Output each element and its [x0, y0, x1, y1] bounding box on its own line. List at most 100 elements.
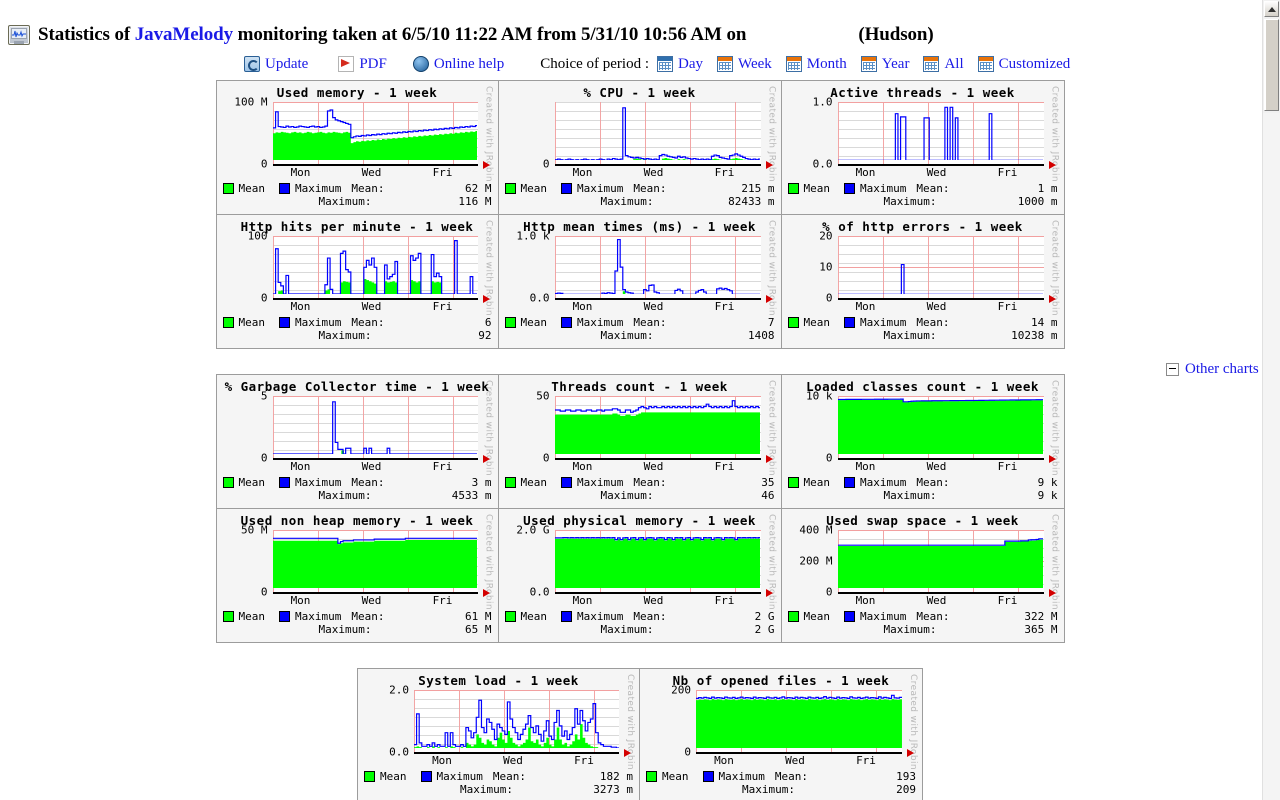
vertical-scrollbar[interactable]: [1262, 0, 1280, 800]
x-axis-arrow-icon: [482, 295, 490, 303]
charts-row-1: Used memory - 1 week Created with JRobin 1…: [0, 80, 1280, 215]
period-all-button[interactable]: All: [923, 56, 964, 73]
scroll-up-button[interactable]: [1264, 1, 1279, 17]
x-tick-label: Mon: [290, 166, 311, 179]
calendar-week-icon: [717, 56, 733, 72]
chart-panel[interactable]: Active threads - 1 week Created with JRob…: [781, 80, 1065, 215]
chart-panel[interactable]: Http mean times (ms) - 1 week Created wit…: [498, 215, 782, 349]
collapse-icon[interactable]: [1166, 363, 1179, 376]
other-charts-label: Other charts: [1185, 361, 1259, 377]
chart-legend: Mean Maximum Mean: 6 Maximum: 92: [222, 316, 492, 342]
period-day-button[interactable]: Day: [657, 56, 703, 73]
chart-panel[interactable]: Threads count - 1 week Created with JRobi…: [498, 374, 782, 509]
chart-plot-area: Created with JRobin 5 0 Mon Wed Fri: [223, 380, 494, 476]
legend-maximum-label: Maximum: [860, 182, 907, 195]
maximum-color-swatch: [561, 183, 572, 194]
chart-panel[interactable]: % Garbage Collector time - 1 week Created…: [215, 374, 499, 509]
x-axis: Mon Wed Fri: [555, 460, 761, 474]
x-axis: Mon Wed Fri: [838, 594, 1044, 608]
x-tick-label: Wed: [643, 300, 664, 313]
series-maximum: [696, 695, 902, 698]
chart-panel[interactable]: Nb of opened files - 1 week Created with …: [640, 668, 923, 800]
update-button[interactable]: Update: [244, 56, 308, 73]
pdf-button[interactable]: PDF: [338, 56, 387, 73]
legend-mean-label: Mean: [803, 610, 831, 623]
scrollbar-thumb[interactable]: [1264, 19, 1279, 111]
chart-panel[interactable]: Used physical memory - 1 week Created wit…: [498, 509, 782, 643]
x-tick-label: Mon: [572, 460, 593, 473]
x-axis-arrow-icon: [765, 455, 773, 463]
x-axis-arrow-icon: [482, 589, 490, 597]
maximum-stat-key: Maximum:: [460, 783, 513, 796]
y-axis: 2.0 G 0.0: [505, 524, 553, 599]
period-year-button[interactable]: Year: [860, 56, 909, 73]
chart-panel[interactable]: % of http errors - 1 week Created with JR…: [781, 215, 1065, 349]
x-tick-label: Mon: [572, 594, 593, 607]
chart-canvas: [837, 236, 1056, 303]
chart-panel[interactable]: Http hits per minute - 1 week Created wit…: [215, 215, 499, 349]
y-tick-label: 0.0: [812, 157, 833, 171]
x-tick-label: Wed: [926, 300, 947, 313]
chart-panel[interactable]: Used memory - 1 week Created with JRobin 1…: [215, 80, 499, 215]
chart-panel[interactable]: Loaded classes count - 1 week Created wit…: [781, 374, 1065, 509]
mean-color-swatch: [504, 477, 516, 488]
maximum-color-swatch: [702, 771, 714, 782]
period-week-button[interactable]: Week: [717, 56, 772, 73]
maximum-color-swatch: [844, 317, 855, 328]
y-tick-label: 100 M: [234, 95, 268, 109]
maximum-color-swatch: [279, 183, 290, 194]
maximum-color-swatch: [844, 611, 855, 622]
y-tick-label: 2.0: [389, 683, 409, 697]
chart-series: [837, 396, 1044, 455]
mean-color-swatch: [222, 477, 234, 488]
chart-plot-area: Created with JRobin 2.0 G 0.0 Mon Wed Fri: [505, 514, 776, 610]
x-axis: Mon Wed Fri: [273, 300, 478, 314]
mean-color-swatch: [222, 183, 234, 194]
charts-grid: Used memory - 1 week Created with JRobin 1…: [0, 80, 1280, 800]
y-tick-label: 200: [671, 683, 691, 697]
mean-stat-key: Mean:: [492, 770, 526, 783]
toolbar: Update PDF Online help Choice of period …: [0, 52, 1280, 76]
chart-panel[interactable]: Used non heap memory - 1 week Created wit…: [215, 509, 499, 643]
chart-plot-area: Created with JRobin 2.0 0.0 Mon Wed Fri: [364, 674, 635, 770]
mean-stat-key: Mean:: [916, 610, 950, 623]
x-tick-label: Mon: [855, 594, 876, 607]
other-charts-toggle[interactable]: Other charts: [1166, 361, 1259, 378]
chart-legend: Mean Maximum Mean: 62 M Maximum: 116 M: [222, 182, 492, 208]
online-help-link[interactable]: Online help: [412, 56, 504, 73]
series-maximum: [555, 108, 761, 160]
chart-legend: Mean Maximum Mean: 9 k Maximum: 9 k: [787, 476, 1058, 502]
period-month-button[interactable]: Month: [785, 56, 847, 73]
chart-panel[interactable]: System load - 1 week Created with JRobin 2…: [357, 668, 640, 800]
chart-plot-area: Created with JRobin 50 0 Mon Wed Fri: [505, 380, 776, 476]
chart-panel[interactable]: % CPU - 1 week Created with JRobin 0 Mon Wed…: [498, 80, 782, 215]
mean-color-swatch: [504, 611, 516, 622]
chart-legend: Mean Maximum Mean: 182 m Maximum: 3273 m: [364, 770, 633, 796]
page-header: Statistics of JavaMelody monitoring take…: [0, 0, 1280, 52]
scrollbar-track[interactable]: [1263, 113, 1280, 800]
x-axis: Mon Wed Fri: [838, 460, 1044, 474]
chart-plot-area: Created with JRobin 1.0 0.0 Mon Wed Fri: [788, 86, 1060, 182]
mean-color-swatch: [222, 611, 234, 622]
y-tick-label: 0: [825, 291, 833, 305]
mean-stat-value: 9 k: [1037, 476, 1058, 489]
mean-stat-value: 14 m: [1031, 316, 1058, 329]
chart-series: [272, 102, 478, 161]
title-middle: monitoring taken at 6/5/10 11:22 AM from…: [232, 24, 747, 45]
chart-canvas: [414, 690, 631, 757]
x-axis: Mon Wed Fri: [838, 166, 1044, 180]
period-customized-button[interactable]: Customized: [977, 56, 1070, 73]
system-monitor-icon: [8, 25, 30, 45]
chart-series: [414, 690, 619, 749]
x-tick-label: Wed: [785, 754, 805, 767]
page-title: Statistics of JavaMelody monitoring take…: [38, 24, 934, 46]
chart-legend: Mean Maximum Mean: 3 m Maximum: 4533 m: [222, 476, 492, 502]
x-tick-label: Wed: [926, 460, 947, 473]
charts-row-5: System load - 1 week Created with JRobin 2…: [0, 668, 1280, 800]
maximum-stat-key: Maximum:: [318, 489, 372, 502]
maximum-color-swatch: [279, 477, 290, 488]
series-mean: [554, 412, 761, 455]
chart-panel[interactable]: Used swap space - 1 week Created with JRo…: [781, 509, 1065, 643]
maximum-stat-key: Maximum:: [318, 329, 372, 342]
charts-row-2: Http hits per minute - 1 week Created wit…: [0, 215, 1280, 349]
